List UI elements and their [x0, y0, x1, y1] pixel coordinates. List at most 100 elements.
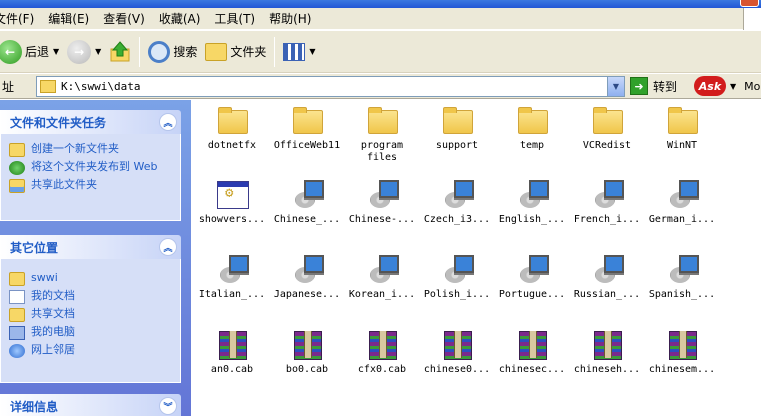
collapse-icon[interactable]: ︽	[159, 113, 177, 131]
file-item[interactable]: English_...	[493, 178, 571, 226]
folder-item[interactable]: WinNT	[643, 104, 721, 152]
ask-logo[interactable]: Ask	[694, 76, 726, 96]
views-icon	[283, 42, 306, 61]
menu-edit[interactable]: 编辑(E)	[41, 10, 96, 27]
folder-item[interactable]: VCRedist	[568, 104, 646, 152]
file-name: program files	[360, 140, 404, 163]
file-name: OfficeWeb11	[273, 140, 341, 151]
folder-icon	[9, 272, 25, 286]
file-name: Spanish_...	[648, 289, 716, 300]
folder-item[interactable]: OfficeWeb11	[268, 104, 346, 152]
file-item[interactable]: Czech_i3...	[418, 178, 496, 226]
file-item[interactable]: Russian_...	[568, 253, 646, 301]
cab-archive-icon	[291, 328, 323, 360]
forward-dropdown-icon[interactable]: ▼	[95, 47, 101, 56]
folders-button[interactable]: 文件夹	[201, 35, 270, 69]
other-places-body: swwi 我的文档 共享文档 我的电脑 网上邻居	[0, 259, 181, 383]
folder-icon	[666, 104, 698, 136]
menu-favorites[interactable]: 收藏(A)	[152, 10, 208, 27]
collapse-icon[interactable]: ︽	[159, 238, 177, 256]
file-item[interactable]: chinese0...	[418, 328, 496, 376]
folder-item[interactable]: temp	[493, 104, 571, 152]
file-item[interactable]: showvers...	[193, 178, 271, 226]
views-button[interactable]: ▼	[279, 35, 319, 69]
task-publish-web[interactable]: 将这个文件夹发布到 Web	[9, 161, 172, 175]
place-my-computer[interactable]: 我的电脑	[9, 326, 172, 340]
file-item[interactable]: German_i...	[643, 178, 721, 226]
file-item[interactable]: Japanese...	[268, 253, 346, 301]
expand-icon[interactable]: ︾	[159, 397, 177, 415]
folder-item[interactable]: support	[418, 104, 496, 152]
folder-icon	[216, 104, 248, 136]
cab-archive-icon	[366, 328, 398, 360]
place-swwi[interactable]: swwi	[9, 272, 172, 286]
file-name: temp	[519, 140, 545, 151]
ask-more-label[interactable]: Mo	[744, 80, 760, 93]
up-button[interactable]	[105, 35, 135, 69]
file-item[interactable]: chinesem...	[643, 328, 721, 376]
file-name: chinesec...	[498, 364, 566, 375]
forward-button[interactable]: → ▼	[63, 35, 105, 69]
details-panel: 详细信息 ︾	[0, 394, 181, 416]
windows-flag-icon	[743, 8, 761, 30]
file-item[interactable]: Italian_...	[193, 253, 271, 301]
details-header[interactable]: 详细信息 ︾	[0, 394, 181, 416]
task-share-folder[interactable]: 共享此文件夹	[9, 179, 172, 193]
file-name: Czech_i3...	[423, 214, 491, 225]
menu-view[interactable]: 查看(V)	[96, 10, 152, 27]
file-item[interactable]: cfx0.cab	[343, 328, 421, 376]
new-folder-icon	[9, 143, 25, 157]
place-label: swwi	[31, 271, 58, 284]
back-label: 后退	[25, 45, 50, 59]
back-dropdown-icon[interactable]: ▼	[53, 47, 59, 56]
my-computer-icon	[9, 326, 25, 340]
file-name: an0.cab	[210, 364, 254, 375]
network-places-icon	[9, 344, 25, 358]
file-name: chineseh...	[573, 364, 641, 375]
place-my-documents[interactable]: 我的文档	[9, 290, 172, 304]
file-item[interactable]: Spanish_...	[643, 253, 721, 301]
ask-dropdown-icon[interactable]: ▼	[730, 82, 736, 91]
address-input[interactable]: K:\swwi\data ▼	[36, 76, 625, 97]
task-new-folder[interactable]: 创建一个新文件夹	[9, 143, 172, 157]
file-item[interactable]: bo0.cab	[268, 328, 346, 376]
file-item[interactable]: Chinese_...	[268, 178, 346, 226]
menu-help[interactable]: 帮助(H)	[262, 10, 318, 27]
close-button[interactable]	[740, 0, 759, 7]
back-button[interactable]: ← 后退 ▼	[0, 35, 63, 69]
file-name: Japanese...	[273, 289, 341, 300]
address-dropdown-icon[interactable]: ▼	[607, 77, 624, 96]
tasks-panel-header[interactable]: 文件和文件夹任务 ︽	[0, 110, 181, 134]
file-name: dotnetfx	[207, 140, 257, 151]
other-places-title: 其它位置	[10, 240, 59, 255]
search-button[interactable]: 搜索	[144, 35, 201, 69]
go-arrow-icon: ➜	[630, 77, 648, 95]
go-button[interactable]: ➜ 转到	[630, 77, 677, 95]
other-places-header[interactable]: 其它位置 ︽	[0, 235, 181, 259]
file-item[interactable]: Chinese-...	[343, 178, 421, 226]
cab-archive-icon	[666, 328, 698, 360]
place-shared-documents[interactable]: 共享文档	[9, 308, 172, 322]
setup-icon	[666, 253, 699, 285]
folder-item[interactable]: program files	[343, 104, 421, 164]
tasks-panel-body: 创建一个新文件夹 将这个文件夹发布到 Web 共享此文件夹	[0, 134, 181, 221]
folder-icon	[40, 80, 56, 93]
place-network[interactable]: 网上邻居	[9, 344, 172, 358]
file-item[interactable]: chinesec...	[493, 328, 571, 376]
folder-item[interactable]: dotnetfx	[193, 104, 271, 152]
menu-tools[interactable]: 工具(T)	[207, 10, 262, 27]
ask-toolbar[interactable]: Ask ▼ Mo	[694, 76, 760, 96]
file-item[interactable]: French_i...	[568, 178, 646, 226]
file-item[interactable]: Korean_i...	[343, 253, 421, 301]
address-value[interactable]: K:\swwi\data	[61, 80, 140, 93]
file-name: Russian_...	[573, 289, 641, 300]
file-item[interactable]: an0.cab	[193, 328, 271, 376]
file-item[interactable]: chineseh...	[568, 328, 646, 376]
setup-icon	[516, 178, 549, 210]
menu-file[interactable]: 文件(F)	[0, 10, 41, 27]
file-item[interactable]: Polish_i...	[418, 253, 496, 301]
views-dropdown-icon[interactable]: ▼	[309, 47, 315, 56]
setup-icon	[441, 178, 474, 210]
file-item[interactable]: Portugue...	[493, 253, 571, 301]
file-view[interactable]: dotnetfx OfficeWeb11 program files support t…	[191, 100, 761, 416]
